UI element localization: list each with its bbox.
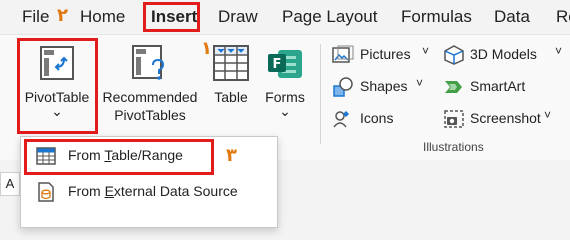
icons-button[interactable]: Icons: [332, 108, 432, 130]
tab-home[interactable]: Home: [80, 7, 125, 27]
name-box[interactable]: A: [0, 172, 20, 196]
recommended-label-line1: Recommended: [102, 89, 198, 105]
chevron-down-icon: ˅: [416, 76, 424, 90]
recommended-pivottables-icon: [132, 45, 165, 80]
table-button[interactable]: Table: [206, 39, 256, 131]
pictures-button[interactable]: Pictures ˅: [332, 44, 432, 66]
chevron-down-icon: ˅: [544, 108, 552, 122]
external-data-source-icon: [38, 182, 54, 202]
step-3-marker: ٣: [226, 145, 237, 166]
svg-text:F: F: [273, 57, 282, 72]
chevron-down-icon: ⌄: [279, 103, 291, 119]
recommended-pivottables-button[interactable]: Recommended PivotTables: [100, 39, 200, 131]
screenshot-icon: [444, 110, 464, 128]
table-grid-icon: [213, 45, 249, 81]
screenshot-label: Screenshot: [470, 110, 541, 126]
tab-file[interactable]: File: [22, 7, 49, 27]
shapes-icon: [333, 77, 353, 97]
tab-data[interactable]: Data: [494, 7, 530, 27]
insert-tab-highlight: [143, 2, 200, 32]
tab-page-layout[interactable]: Page Layout: [282, 7, 377, 27]
tab-draw[interactable]: Draw: [218, 7, 258, 27]
icons-icon: [333, 111, 349, 128]
3d-models-button[interactable]: 3D Models ˅: [443, 44, 563, 66]
tab-review[interactable]: Re: [556, 7, 570, 27]
recommended-label-line2: PivotTables: [114, 107, 186, 123]
3d-models-label: 3D Models: [470, 46, 537, 62]
icons-label: Icons: [360, 110, 394, 126]
group-divider: [320, 44, 321, 144]
smartart-label: SmartArt: [470, 78, 526, 94]
menu-item-from-external-data-source[interactable]: From External Data Source: [21, 174, 277, 210]
shapes-button[interactable]: Shapes ˅: [332, 76, 432, 98]
step-2-marker: ٢: [57, 5, 68, 26]
forms-icon: F: [268, 50, 302, 78]
chevron-down-icon: ˅: [555, 44, 563, 58]
screenshot-button[interactable]: Screenshot ˅: [443, 108, 563, 130]
table-label: Table: [214, 89, 248, 105]
shapes-label: Shapes: [360, 78, 408, 94]
illustrations-group-label: Illustrations: [423, 140, 484, 154]
ribbon-tab-bar: File Home Insert Draw Page Layout Formul…: [0, 0, 570, 34]
menu-item-label: From External Data Source: [68, 183, 238, 199]
from-table-range-highlight: [24, 139, 214, 175]
forms-button[interactable]: F Forms ⌄: [260, 39, 310, 131]
pivottable-highlight: [17, 38, 98, 134]
smartart-button[interactable]: SmartArt: [443, 76, 563, 98]
name-box-value: A: [5, 176, 15, 191]
chevron-down-icon: ˅: [422, 44, 430, 58]
tab-formulas[interactable]: Formulas: [401, 7, 472, 27]
pictures-icon: [332, 45, 354, 63]
smartart-icon: [445, 81, 462, 93]
pictures-label: Pictures: [360, 46, 411, 62]
3d-models-icon: [444, 45, 464, 65]
